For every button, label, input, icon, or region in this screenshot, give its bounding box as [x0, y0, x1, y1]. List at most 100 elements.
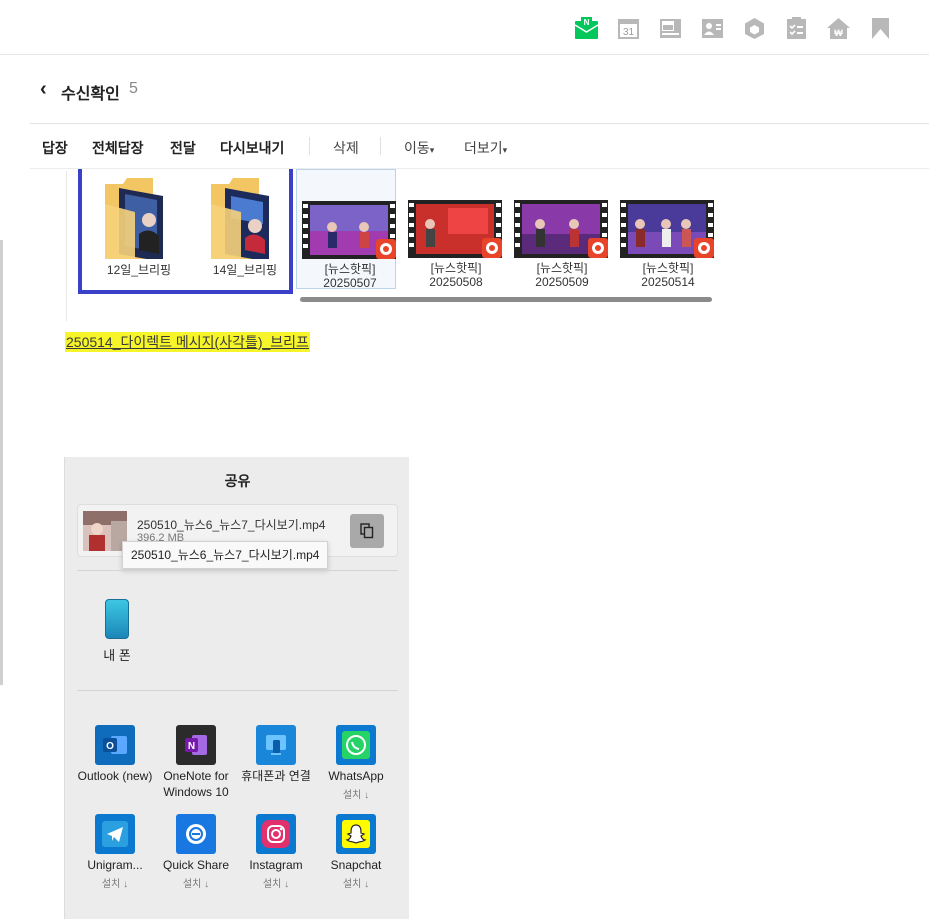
folder-label: 12일_브리핑: [106, 263, 172, 277]
app-unigram[interactable]: Unigram... 설치 ↓: [75, 814, 155, 894]
video-label-date: 20250514: [641, 275, 695, 289]
todo-icon[interactable]: [784, 16, 809, 41]
toolbar-divider: [380, 137, 381, 155]
mail-badge: N: [584, 18, 590, 27]
svg-text:N: N: [188, 741, 195, 752]
install-label: 설치 ↓: [262, 879, 290, 890]
chevron-down-icon: ▾: [502, 145, 508, 155]
video-label: [뉴스핫픽] 20250514: [615, 261, 721, 289]
instagram-icon: [256, 814, 296, 854]
app-quick-share[interactable]: Quick Share 설치 ↓: [156, 814, 236, 894]
install-label: 설치 ↓: [342, 879, 370, 890]
folder-icon: [105, 178, 163, 259]
more-button[interactable]: 더보기▾: [464, 138, 507, 158]
app-label: 휴대폰과 연결: [241, 769, 311, 783]
resend-button[interactable]: 다시보내기: [220, 138, 284, 158]
video-item[interactable]: [뉴스핫픽] 20250509: [509, 169, 609, 289]
video-thumbnail: [408, 200, 502, 258]
app-onenote[interactable]: N OneNote for Windows 10: [156, 725, 236, 805]
video-label-line: [뉴스핫픽]: [536, 261, 588, 275]
move-button[interactable]: 이동▾: [404, 138, 434, 158]
video-thumbnail: [302, 201, 396, 259]
folder-item[interactable]: 14일_브리핑: [189, 169, 279, 289]
app-label: Quick Share: [162, 858, 230, 872]
video-label-date: 20250507: [323, 276, 377, 290]
app-label: Outlook (new): [77, 769, 153, 783]
highlighted-link[interactable]: 250514_다이렉트 메시지(사각틀)_브리프: [65, 332, 310, 352]
mail-icon[interactable]: N: [574, 16, 599, 41]
svg-text:₩: ₩: [834, 28, 843, 38]
reply-all-button[interactable]: 전체답장: [92, 138, 144, 158]
copy-button[interactable]: [350, 514, 384, 548]
home-icon[interactable]: ₩: [826, 16, 851, 41]
attachment-strip: 12일_브리핑 14일_브리핑 [뉴스핫픽] 20250507 [뉴스핫픽] 2…: [63, 169, 723, 321]
contacts-icon[interactable]: [700, 16, 725, 41]
forward-button[interactable]: 전달: [170, 138, 196, 158]
video-label: [뉴스핫픽] 20250508: [403, 261, 509, 289]
phone-icon[interactable]: [105, 599, 129, 639]
top-bar: N 31 ₩: [0, 0, 929, 55]
divider: [77, 690, 398, 691]
install-label: 설치 ↓: [101, 879, 129, 890]
app-label: Unigram...: [87, 858, 143, 872]
video-item[interactable]: [뉴스핫픽] 20250508: [403, 169, 503, 289]
video-thumbnail: [620, 200, 714, 258]
file-thumbnail: [83, 511, 127, 551]
telegram-icon: [95, 814, 135, 854]
divider: [77, 570, 398, 571]
reply-button[interactable]: 답장: [42, 138, 68, 158]
more-label: 더보기: [464, 140, 503, 156]
video-item[interactable]: [뉴스핫픽] 20250507: [296, 169, 396, 290]
app-label: WhatsApp: [328, 769, 384, 783]
move-label: 이동: [404, 140, 430, 156]
whatsapp-icon: [336, 725, 376, 765]
folder-icon: [211, 178, 269, 259]
onenote-icon: N: [176, 725, 216, 765]
copy-icon: [360, 523, 374, 539]
video-item[interactable]: [뉴스핫픽] 20250514: [615, 169, 715, 289]
video-label-date: 20250508: [429, 275, 483, 289]
app-label: Snapchat: [330, 858, 382, 872]
video-label-line: [뉴스핫픽]: [324, 262, 376, 276]
video-label-date: 20250509: [535, 275, 589, 289]
bookmark-icon[interactable]: [868, 16, 893, 41]
file-name: 250510_뉴스6_뉴스7_다시보기.mp4: [137, 518, 326, 532]
app-instagram[interactable]: Instagram 설치 ↓: [236, 814, 316, 894]
outlook-icon: O: [95, 725, 135, 765]
app-whatsapp[interactable]: WhatsApp 설치 ↓: [316, 725, 396, 805]
app-snapchat[interactable]: Snapchat 설치 ↓: [316, 814, 396, 894]
quick-share-icon: [176, 814, 216, 854]
calendar-day: 31: [623, 27, 635, 38]
photo-icon[interactable]: [658, 16, 683, 41]
left-edge: [0, 55, 8, 919]
read-count: 5: [129, 80, 138, 97]
share-panel: 공유 250510_뉴스6_뉴스7_다시보기.mp4 396.2 MB 2505…: [64, 457, 409, 919]
app-phone-link[interactable]: 휴대폰과 연결: [236, 725, 316, 805]
mail-toolbar: 답장 전체답장 전달 다시보내기 삭제 이동▾ 더보기▾: [30, 124, 929, 169]
left-scrollbar[interactable]: [0, 240, 3, 685]
toolbar-divider: [309, 137, 310, 155]
calendar-icon[interactable]: 31: [616, 16, 641, 41]
back-button[interactable]: ‹: [40, 78, 47, 101]
box-icon[interactable]: [742, 16, 767, 41]
folder-label: 14일_브리핑: [212, 263, 278, 277]
phone-link-icon: [256, 725, 296, 765]
install-label: 설치 ↓: [342, 790, 370, 801]
device-label[interactable]: 내 폰: [85, 645, 149, 664]
horizontal-scrollbar[interactable]: [300, 297, 712, 302]
page-title: 수신확인: [61, 86, 120, 103]
app-switcher: N 31 ₩: [574, 16, 893, 41]
app-label: OneNote for Windows 10: [163, 769, 229, 799]
snapchat-icon: [336, 814, 376, 854]
app-outlook[interactable]: O Outlook (new): [75, 725, 155, 805]
divider: [66, 171, 67, 321]
file-name-tooltip: 250510_뉴스6_뉴스7_다시보기.mp4: [122, 541, 329, 569]
svg-text:O: O: [106, 741, 114, 752]
share-title: 공유: [224, 473, 251, 489]
mail-header: ‹ 수신확인 5: [30, 70, 929, 124]
video-label: [뉴스핫픽] 20250509: [509, 261, 615, 289]
chevron-down-icon: ▾: [429, 145, 435, 155]
delete-button[interactable]: 삭제: [333, 138, 359, 158]
folder-item[interactable]: 12일_브리핑: [83, 169, 173, 289]
video-label-line: [뉴스핫픽]: [430, 261, 482, 275]
